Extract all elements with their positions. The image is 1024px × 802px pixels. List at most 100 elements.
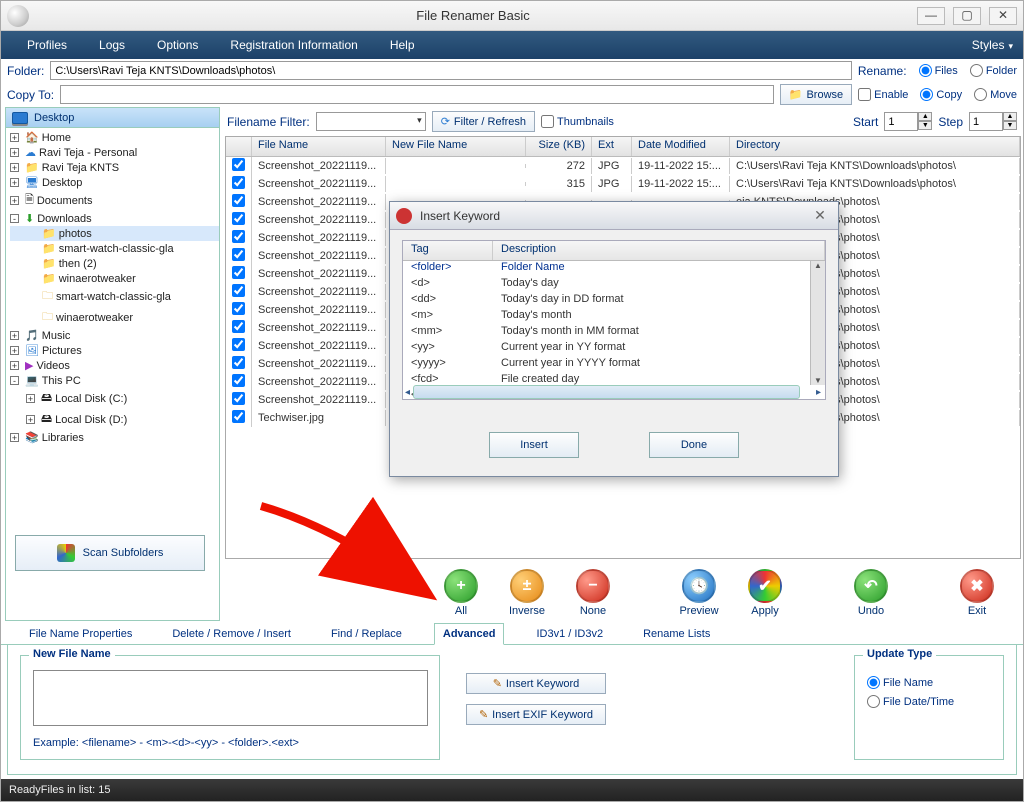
row-checkbox[interactable] [232, 374, 245, 387]
row-checkbox[interactable] [232, 284, 245, 297]
insert-exif-keyword-button[interactable]: ✎Insert EXIF Keyword [466, 704, 606, 725]
styles-dropdown[interactable]: Styles [972, 38, 1013, 52]
keyword-header-description[interactable]: Description [493, 241, 825, 260]
tree-node[interactable]: +🎵 Music [10, 328, 219, 343]
row-checkbox[interactable] [232, 212, 245, 225]
vertical-scrollbar[interactable] [810, 261, 825, 385]
header-newfilename[interactable]: New File Name [386, 137, 526, 156]
header-directory[interactable]: Directory [730, 137, 1020, 156]
expand-icon[interactable]: + [10, 433, 19, 442]
folder-input[interactable] [50, 61, 852, 80]
update-filedate-radio[interactable]: File Date/Time [867, 695, 991, 708]
exit-button[interactable]: ✖Exit [949, 569, 1005, 617]
expand-icon[interactable]: - [10, 376, 19, 385]
row-checkbox[interactable] [232, 302, 245, 315]
keyword-header-tag[interactable]: Tag [403, 241, 493, 260]
tree-node[interactable]: +🖥 Desktop [10, 175, 219, 190]
header-ext[interactable]: Ext [592, 137, 632, 156]
menu-registration[interactable]: Registration Information [214, 38, 373, 52]
horizontal-scrollbar[interactable] [413, 385, 800, 399]
expand-icon[interactable]: + [10, 178, 19, 187]
insert-keyword-button[interactable]: ✎Insert Keyword [466, 673, 606, 694]
tree-node[interactable]: +🖼 Pictures [10, 343, 219, 358]
tab-advanced[interactable]: Advanced [434, 623, 505, 645]
keyword-row[interactable]: <m>Today's month [403, 309, 825, 325]
keyword-row[interactable]: <mm>Today's month in MM format [403, 325, 825, 341]
expand-icon[interactable]: + [10, 148, 19, 157]
tree-node[interactable]: -⬇ Downloads [10, 211, 219, 226]
tab-file-name-properties[interactable]: File Name Properties [21, 624, 140, 644]
row-checkbox[interactable] [232, 230, 245, 243]
menu-profiles[interactable]: Profiles [11, 38, 83, 52]
scan-subfolders-button[interactable]: Scan Subfolders [15, 535, 205, 571]
enable-checkbox[interactable]: Enable [858, 88, 908, 101]
browse-button[interactable]: 📁Browse [780, 84, 852, 105]
close-button[interactable]: ✕ [989, 7, 1017, 25]
select-all-button[interactable]: +All [433, 569, 489, 617]
table-row[interactable]: Screenshot_20221119... 272JPG 19-11-2022… [226, 157, 1020, 175]
tab-delete-remove-insert[interactable]: Delete / Remove / Insert [164, 624, 299, 644]
dialog-done-button[interactable]: Done [649, 432, 739, 458]
rename-folder-radio[interactable]: Folder [970, 64, 1017, 77]
row-checkbox[interactable] [232, 158, 245, 171]
filter-refresh-button[interactable]: ⟳Filter / Refresh [432, 111, 535, 132]
keyword-row[interactable]: <yyyy>Current year in YYYY format [403, 357, 825, 373]
thumbnails-checkbox[interactable]: Thumbnails [541, 115, 614, 128]
tree-node[interactable]: -💻 This PC [10, 373, 219, 388]
tree-node[interactable]: 📁 winaerotweaker [10, 271, 219, 286]
tree-node[interactable]: +🗎 Documents [10, 190, 219, 211]
tree-head-desktop[interactable]: Desktop [6, 108, 219, 128]
maximize-button[interactable]: ▢ [953, 7, 981, 25]
row-checkbox[interactable] [232, 338, 245, 351]
row-checkbox[interactable] [232, 176, 245, 189]
tree-node[interactable]: +▶ Videos [10, 358, 219, 373]
row-checkbox[interactable] [232, 266, 245, 279]
tree-node[interactable]: 🗀 winaerotweaker [10, 307, 219, 328]
move-radio[interactable]: Move [974, 88, 1017, 101]
keyword-row[interactable]: <dd>Today's day in DD format [403, 293, 825, 309]
tree-node[interactable]: 🗀 smart-watch-classic-gla [10, 286, 219, 307]
tab-id3v1-id3v2[interactable]: ID3v1 / ID3v2 [528, 624, 611, 644]
copy-to-input[interactable] [60, 85, 774, 104]
copy-radio[interactable]: Copy [920, 88, 962, 101]
keyword-row[interactable]: <folder>Folder Name [403, 261, 825, 277]
tab-rename-lists[interactable]: Rename Lists [635, 624, 718, 644]
tree-node[interactable]: +🖴 Local Disk (D:) [10, 409, 219, 430]
apply-button[interactable]: ✔Apply [737, 569, 793, 617]
tree-node[interactable]: +📚 Libraries [10, 430, 219, 445]
row-checkbox[interactable] [232, 410, 245, 423]
tree-node[interactable]: 📁 smart-watch-classic-gla [10, 241, 219, 256]
expand-icon[interactable]: + [10, 346, 19, 355]
row-checkbox[interactable] [232, 248, 245, 261]
keyword-row[interactable]: <yy>Current year in YY format [403, 341, 825, 357]
keyword-list[interactable]: Tag Description <folder>Folder Name<d>To… [402, 240, 826, 400]
menu-options[interactable]: Options [141, 38, 214, 52]
tree-node[interactable]: 📁 then (2) [10, 256, 219, 271]
row-checkbox[interactable] [232, 320, 245, 333]
expand-icon[interactable]: + [10, 361, 19, 370]
tree-node[interactable]: +☁ Ravi Teja - Personal [10, 145, 219, 160]
insert-keyword-dialog[interactable]: Insert Keyword ✕ Tag Description <folder… [389, 201, 839, 477]
table-row[interactable]: Screenshot_20221119... 315JPG 19-11-2022… [226, 175, 1020, 193]
expand-icon[interactable]: + [10, 196, 19, 205]
tree-node[interactable]: 📁 photos [10, 226, 219, 241]
preview-button[interactable]: 🕓Preview [671, 569, 727, 617]
dialog-insert-button[interactable]: Insert [489, 432, 579, 458]
tree-node[interactable]: +📁 Ravi Teja KNTS [10, 160, 219, 175]
row-checkbox[interactable] [232, 356, 245, 369]
update-filename-radio[interactable]: File Name [867, 676, 991, 689]
dialog-close-button[interactable]: ✕ [808, 207, 832, 225]
select-inverse-button[interactable]: ±Inverse [499, 569, 555, 617]
step-spinner[interactable]: ▲▼ [969, 112, 1017, 131]
tree-node[interactable]: +🏠 Home [10, 130, 219, 145]
hscroll-left-icon[interactable]: ◂ [405, 387, 410, 398]
tree-node[interactable]: +🖴 Local Disk (C:) [10, 388, 219, 409]
new-filename-input[interactable] [33, 670, 428, 726]
expand-icon[interactable]: + [26, 415, 35, 424]
minimize-button[interactable]: — [917, 7, 945, 25]
hscroll-right-icon[interactable]: ▸ [816, 387, 821, 398]
row-checkbox[interactable] [232, 194, 245, 207]
expand-icon[interactable]: + [10, 133, 19, 142]
keyword-row[interactable]: <d>Today's day [403, 277, 825, 293]
expand-icon[interactable]: - [10, 214, 19, 223]
